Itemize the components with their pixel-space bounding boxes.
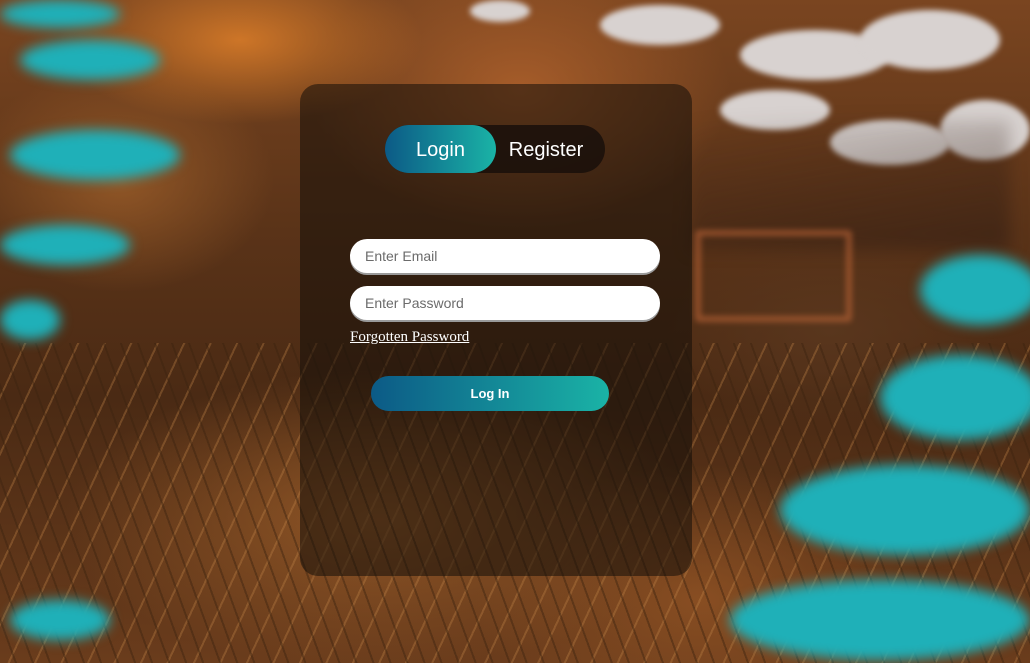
tab-login[interactable]: Login: [385, 125, 496, 173]
login-button[interactable]: Log In: [371, 376, 609, 411]
login-card: Login Register Forgotten Password Log In: [300, 84, 692, 576]
email-field[interactable]: [350, 239, 660, 273]
form-toggle: Login Register: [385, 125, 605, 173]
password-field[interactable]: [350, 286, 660, 320]
forgot-password-link[interactable]: Forgotten Password: [350, 329, 469, 346]
tab-register[interactable]: Register: [496, 125, 596, 173]
